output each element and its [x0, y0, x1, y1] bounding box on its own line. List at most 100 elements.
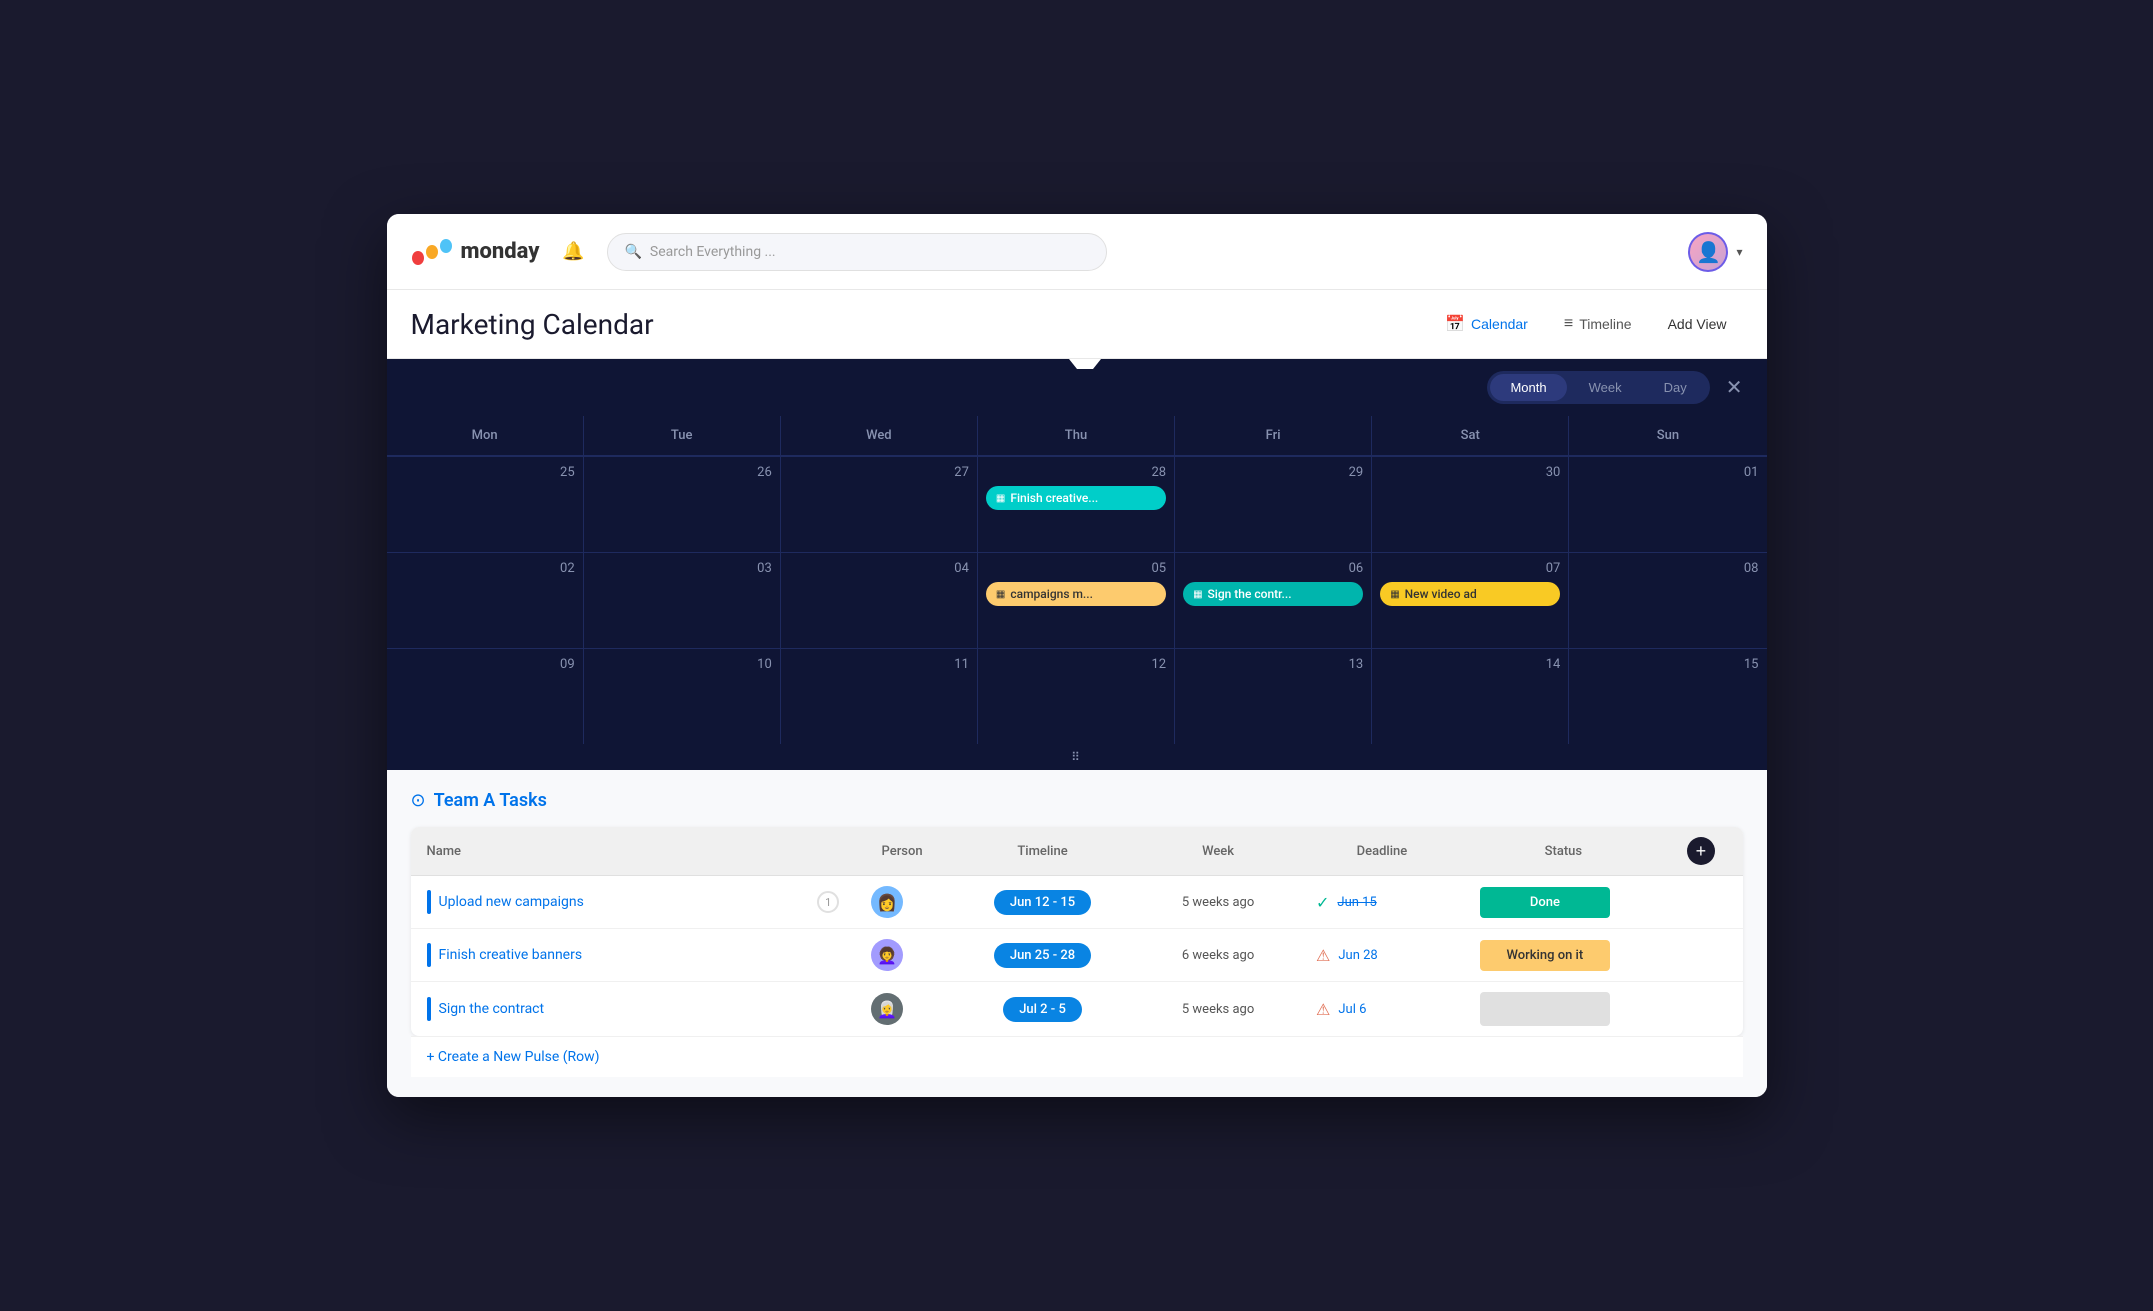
task-name-banners[interactable]: Finish creative banners — [439, 947, 583, 963]
task-person-2: 👩‍🦱 — [855, 929, 949, 982]
cal-cell-30[interactable]: 30 — [1372, 457, 1569, 552]
search-icon: 🔍 — [624, 244, 641, 260]
cal-cell-26[interactable]: 26 — [584, 457, 781, 552]
deadline-date-3: Jul 6 — [1338, 1002, 1366, 1017]
view-tabs: 📅 Calendar ≡ Timeline Add View — [1429, 306, 1742, 342]
task-section: ⊙ Team A Tasks Name Person Timeline Week… — [387, 770, 1767, 1097]
status-done-1: Done — [1480, 887, 1610, 918]
deadline-check-icon: ✓ — [1316, 893, 1329, 912]
add-view-button[interactable]: Add View — [1652, 308, 1743, 340]
person-avatar-2: 👩‍🦱 — [871, 939, 903, 971]
task-timeline-2[interactable]: Jun 25 - 28 — [949, 929, 1136, 982]
task-deadline-3: ⚠ Jul 6 — [1300, 982, 1464, 1037]
cal-cell-27[interactable]: 27 — [781, 457, 978, 552]
event-campaigns[interactable]: ▦ campaigns m... — [986, 582, 1166, 606]
app-window: monday 🔔 🔍 Search Everything ... ▾ Marke… — [387, 214, 1767, 1097]
collapse-icon[interactable]: ⊙ — [411, 790, 426, 811]
bell-icon[interactable]: 🔔 — [555, 234, 591, 270]
event-video-label: New video ad — [1405, 587, 1477, 601]
logo-text: monday — [461, 239, 540, 264]
task-status-2[interactable]: Working on it — [1464, 929, 1663, 982]
tab-timeline-label: Timeline — [1579, 316, 1631, 332]
cal-cell-15[interactable]: 15 — [1569, 649, 1766, 744]
task-name-cell-3: Sign the contract — [411, 982, 856, 1037]
cal-cell-11[interactable]: 11 — [781, 649, 978, 744]
cal-cell-04[interactable]: 04 — [781, 553, 978, 648]
task-name-contract[interactable]: Sign the contract — [439, 1001, 545, 1017]
task-extra-2 — [1663, 929, 1743, 982]
task-timeline-1[interactable]: Jun 12 - 15 — [949, 876, 1136, 929]
cal-cell-12[interactable]: 12 — [978, 649, 1175, 744]
task-badge-1[interactable]: 1 — [817, 891, 839, 913]
table-header-row: Name Person Timeline Week Deadline Statu… — [411, 827, 1743, 876]
avatar[interactable] — [1688, 232, 1728, 272]
timeline-pill-2: Jun 25 - 28 — [994, 943, 1091, 968]
event-sign-contract[interactable]: ▦ Sign the contr... — [1183, 582, 1363, 606]
task-person-1: 👩 — [855, 876, 949, 929]
deadline-date-2: Jun 28 — [1338, 948, 1377, 963]
calendar-weeks: 25 26 27 28 ▦ Finish creative... 29 30 0… — [387, 456, 1767, 744]
tab-calendar[interactable]: 📅 Calendar — [1429, 306, 1544, 342]
cal-week-1: 25 26 27 28 ▦ Finish creative... 29 30 0… — [387, 456, 1767, 552]
timeline-icon: ≡ — [1564, 315, 1573, 333]
task-status-3[interactable] — [1464, 982, 1663, 1037]
day-fri: Fri — [1175, 416, 1372, 455]
task-bar-1 — [427, 890, 431, 914]
tab-timeline[interactable]: ≡ Timeline — [1548, 307, 1648, 341]
calendar-header: Mon Tue Wed Thu Fri Sat Sun — [387, 416, 1767, 456]
page-title-bar: Marketing Calendar 📅 Calendar ≡ Timeline… — [387, 290, 1767, 359]
cal-cell-01[interactable]: 01 — [1569, 457, 1766, 552]
cal-cell-02[interactable]: 02 — [387, 553, 584, 648]
task-week-3: 5 weeks ago — [1136, 982, 1300, 1037]
col-header-add: + — [1663, 827, 1743, 876]
cal-cell-05[interactable]: 05 ▦ campaigns m... — [978, 553, 1175, 648]
task-bar-2 — [427, 943, 431, 967]
search-bar[interactable]: 🔍 Search Everything ... — [607, 233, 1107, 271]
event-icon-3: ▦ — [1193, 589, 1202, 600]
week-text-2: 6 weeks ago — [1182, 948, 1254, 963]
task-deadline-2: ⚠ Jun 28 — [1300, 929, 1464, 982]
user-menu[interactable]: ▾ — [1688, 232, 1742, 272]
cal-cell-07[interactable]: 07 ▦ New video ad — [1372, 553, 1569, 648]
cal-cell-06[interactable]: 06 ▦ Sign the contr... — [1175, 553, 1372, 648]
section-header: ⊙ Team A Tasks — [411, 790, 1743, 811]
cal-cell-14[interactable]: 14 — [1372, 649, 1569, 744]
col-header-week: Week — [1136, 827, 1300, 876]
col-header-status: Status — [1464, 827, 1663, 876]
cal-cell-29[interactable]: 29 — [1175, 457, 1372, 552]
task-extra-3 — [1663, 982, 1743, 1037]
cal-cell-28[interactable]: 28 ▦ Finish creative... — [978, 457, 1175, 552]
cal-cell-08[interactable]: 08 — [1569, 553, 1766, 648]
cal-cell-13[interactable]: 13 — [1175, 649, 1372, 744]
deadline-alert-icon-2: ⚠ — [1316, 946, 1330, 965]
drag-handle[interactable]: ⠿ — [387, 744, 1767, 770]
page-title: Marketing Calendar — [411, 308, 654, 341]
event-new-video[interactable]: ▦ New video ad — [1380, 582, 1560, 606]
cal-cell-10[interactable]: 10 — [584, 649, 781, 744]
task-timeline-3[interactable]: Jul 2 - 5 — [949, 982, 1136, 1037]
task-status-1[interactable]: Done — [1464, 876, 1663, 929]
month-view-button[interactable]: Month — [1490, 374, 1566, 401]
close-calendar-button[interactable]: ✕ — [1726, 375, 1743, 400]
cal-cell-03[interactable]: 03 — [584, 553, 781, 648]
day-view-button[interactable]: Day — [1644, 374, 1707, 401]
chevron-down-icon[interactable]: ▾ — [1736, 245, 1742, 259]
add-column-button[interactable]: + — [1687, 837, 1715, 865]
task-name-upload[interactable]: Upload new campaigns — [439, 894, 584, 910]
task-extra-1 — [1663, 876, 1743, 929]
task-name-cell-2: Finish creative banners — [411, 929, 856, 982]
event-finish-creative[interactable]: ▦ Finish creative... — [986, 486, 1166, 510]
status-empty-3 — [1480, 992, 1610, 1026]
cal-cell-09[interactable]: 09 — [387, 649, 584, 744]
task-week-1: 5 weeks ago — [1136, 876, 1300, 929]
day-mon: Mon — [387, 416, 584, 455]
cal-cell-25[interactable]: 25 — [387, 457, 584, 552]
tab-calendar-label: Calendar — [1471, 316, 1528, 332]
add-row-button[interactable]: + Create a New Pulse (Row) — [411, 1036, 1743, 1077]
day-sun: Sun — [1569, 416, 1766, 455]
section-title[interactable]: Team A Tasks — [434, 790, 547, 811]
day-tue: Tue — [584, 416, 781, 455]
week-view-button[interactable]: Week — [1569, 374, 1642, 401]
task-week-2: 6 weeks ago — [1136, 929, 1300, 982]
logo-icon — [411, 238, 453, 266]
